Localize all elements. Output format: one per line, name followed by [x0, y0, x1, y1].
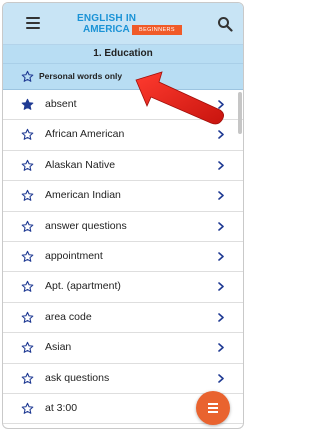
word-label: at 3:00	[45, 401, 78, 414]
chevron-right-icon	[218, 100, 224, 109]
filter-label: Personal words only	[39, 71, 123, 81]
star-outline-icon[interactable]	[21, 341, 34, 354]
logo-line1: ENGLISH IN	[77, 13, 137, 24]
list-item[interactable]: Asian	[3, 333, 243, 364]
chevron-right-icon	[218, 373, 224, 383]
star-outline-icon[interactable]	[21, 280, 34, 293]
fab-menu-button[interactable]	[196, 391, 230, 425]
star-outline-icon[interactable]	[21, 250, 34, 263]
chevron-right-icon	[218, 343, 224, 352]
word-label: area code	[45, 310, 92, 323]
list-item[interactable]: area code	[3, 303, 243, 334]
list-item[interactable]: appointment	[3, 242, 243, 273]
app-window: ENGLISH IN AMERICA BEGINNERS 1. Educatio…	[2, 2, 244, 429]
star-outline-icon[interactable]	[21, 159, 34, 172]
search-icon[interactable]	[217, 16, 233, 32]
list-item[interactable]: Alaskan Native	[3, 151, 243, 182]
star-outline-icon[interactable]	[21, 372, 34, 385]
chevron-right-icon	[218, 282, 224, 292]
star-filled-icon[interactable]	[21, 98, 34, 111]
star-outline-icon[interactable]	[21, 128, 34, 141]
word-label: Asian	[45, 341, 72, 354]
logo-line2: AMERICA	[83, 24, 130, 35]
personal-words-filter[interactable]: Personal words only	[3, 64, 243, 90]
word-label: appointment	[45, 249, 103, 262]
list-item[interactable]: ask questions	[3, 364, 243, 394]
menu-icon-line	[208, 411, 218, 413]
scrollbar[interactable]	[238, 92, 242, 134]
star-outline-icon[interactable]	[21, 402, 34, 415]
word-list: absent African American Alaskan Native Amer…	[3, 90, 243, 425]
star-outline-icon[interactable]	[21, 189, 34, 202]
star-outline-icon[interactable]	[21, 311, 34, 324]
word-label: answer questions	[45, 219, 127, 232]
chevron-right-icon	[218, 130, 224, 140]
star-outline-icon[interactable]	[21, 220, 34, 233]
word-label: ask questions	[45, 371, 110, 384]
app-header: ENGLISH IN AMERICA BEGINNERS	[3, 3, 243, 45]
menu-icon-line	[208, 403, 218, 405]
app-logo: ENGLISH IN AMERICA BEGINNERS	[77, 13, 187, 41]
chevron-right-icon	[218, 252, 224, 261]
list-item[interactable]: African American	[3, 120, 243, 151]
word-label: absent	[45, 98, 77, 110]
list-item[interactable]: Apt. (apartment)	[3, 272, 243, 303]
list-item[interactable]: absent	[3, 90, 243, 121]
word-label: African American	[45, 128, 125, 141]
chevron-right-icon	[218, 312, 224, 322]
chevron-right-icon	[218, 160, 224, 170]
word-label: Alaskan Native	[45, 158, 116, 171]
star-outline-icon[interactable]	[21, 70, 34, 83]
list-item[interactable]: American Indian	[3, 181, 243, 212]
word-label: American Indian	[45, 189, 121, 202]
chevron-right-icon	[218, 191, 224, 200]
list-item[interactable]: answer questions	[3, 212, 243, 242]
hamburger-icon[interactable]	[26, 17, 40, 29]
logo-badge: BEGINNERS	[132, 25, 182, 35]
word-label: Apt. (apartment)	[45, 280, 121, 293]
chevron-right-icon	[218, 221, 224, 231]
menu-icon-line	[208, 407, 218, 409]
section-title: 1. Education	[3, 45, 243, 64]
